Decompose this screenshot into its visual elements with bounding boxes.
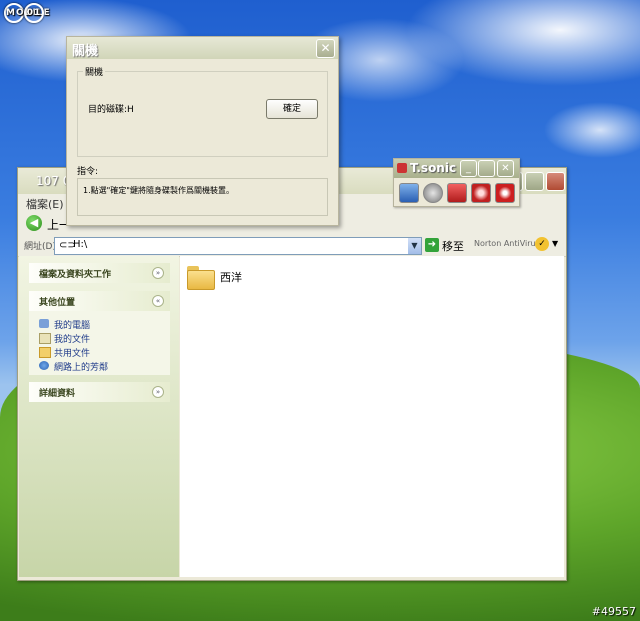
dialog-titlebar[interactable]: 關機 ✕ [67,37,338,59]
computer-icon [39,319,49,328]
folder-icon [39,347,51,358]
explorer-window: 107 0 檔案(E) ◀ 上一 網址(D) ⊂⊃ H:\ ▼ ➜ 移至 Nor… [17,167,567,581]
folder-icon[interactable] [187,266,215,290]
go-button[interactable]: ➜ 移至 [425,237,473,253]
tsonic-logo-icon [397,163,407,173]
group-label: 關機 [83,65,106,78]
panel-header[interactable]: 其他位置 « [29,291,170,311]
target-drive-label: 目的磁碟:H [88,105,134,115]
panel-header[interactable]: 檔案及資料夾工作 » [29,263,170,283]
chevron-down-icon[interactable]: » [152,267,164,279]
usb-drive-icon[interactable] [399,183,419,203]
link-shared-documents[interactable]: 共用文件 [39,345,160,359]
chevron-up-icon[interactable]: « [152,295,164,307]
shield-icon[interactable] [471,183,491,203]
panel-title: 檔案及資料夾工作 [39,270,112,280]
norton-dropdown-icon[interactable]: ▼ [552,239,558,248]
go-label: 移至 [442,240,464,253]
tsonic-titlebar[interactable]: T.sonic _ ✕ [394,159,519,178]
shutdown-dialog: 關機 ✕ 關機 目的磁碟:H 確定 指令: 1.點選"確定"鍵將隨身碟製作爲關機… [66,36,339,226]
address-label: 網址(D) [24,242,56,252]
maximize-button[interactable] [478,160,495,177]
panel-details: 詳細資料 » [29,382,170,402]
norton-label: Norton AntiVirus [474,239,540,248]
tsonic-toolbar: T.sonic _ ✕ [393,158,520,207]
go-arrow-icon: ➜ [425,238,439,252]
link-my-computer[interactable]: 我的電腦 [39,317,160,331]
close-button[interactable]: ✕ [497,160,514,177]
maximize-button[interactable] [525,172,544,191]
address-dropdown-icon[interactable]: ▼ [408,238,421,254]
documents-icon [39,333,51,344]
network-icon [39,361,49,370]
back-arrow-icon[interactable]: ◀ [26,215,42,231]
dialog-title: 關機 [72,44,99,59]
instruction-box: 1.點選"確定"鍵將隨身碟製作爲關機裝置。 [77,178,328,216]
minimize-button[interactable]: _ [460,160,477,177]
link-network-places[interactable]: 網路上的芳鄰 [39,359,160,373]
panel-title: 詳細資料 [39,389,76,399]
panel-header[interactable]: 詳細資料 » [29,382,170,402]
site-watermark: MOBILE01 [4,3,50,23]
address-value: H:\ [73,239,88,250]
panel-title: 其他位置 [39,298,76,308]
chevron-down-icon[interactable]: » [152,386,164,398]
file-list: 西洋 [180,256,564,577]
task-pane: 檔案及資料夾工作 » 其他位置 « 我的電腦 我的文件 共用文件 網路上的芳鄰 … [19,256,179,577]
folder-label[interactable]: 西洋 [220,269,242,285]
settings-icon[interactable] [495,183,515,203]
post-id: #49557 [591,605,636,618]
address-input[interactable]: ⊂⊃ H:\ ▼ [54,237,422,255]
power-icon[interactable] [423,183,443,203]
instruction-text: 1.點選"確定"鍵將隨身碟製作爲關機裝置。 [83,186,234,195]
ok-button[interactable]: 確定 [266,99,318,119]
lock-icon[interactable] [447,183,467,203]
menu-file[interactable]: 檔案(E) [26,196,64,212]
close-button[interactable] [546,172,565,191]
close-icon[interactable]: ✕ [316,39,335,58]
tsonic-title: T.sonic [410,161,457,175]
address-bar: 網址(D) ⊂⊃ H:\ ▼ ➜ 移至 Norton AntiVirus ✓ ▼ [18,236,566,257]
shutdown-group: 關機 目的磁碟:H 確定 [77,65,328,157]
panel-other-places: 其他位置 « 我的電腦 我的文件 共用文件 網路上的芳鄰 [29,291,170,375]
norton-icon[interactable]: ✓ [535,237,549,251]
instruction-label: 指令: [77,167,99,177]
link-my-documents[interactable]: 我的文件 [39,331,160,345]
panel-file-tasks: 檔案及資料夾工作 » [29,263,170,283]
